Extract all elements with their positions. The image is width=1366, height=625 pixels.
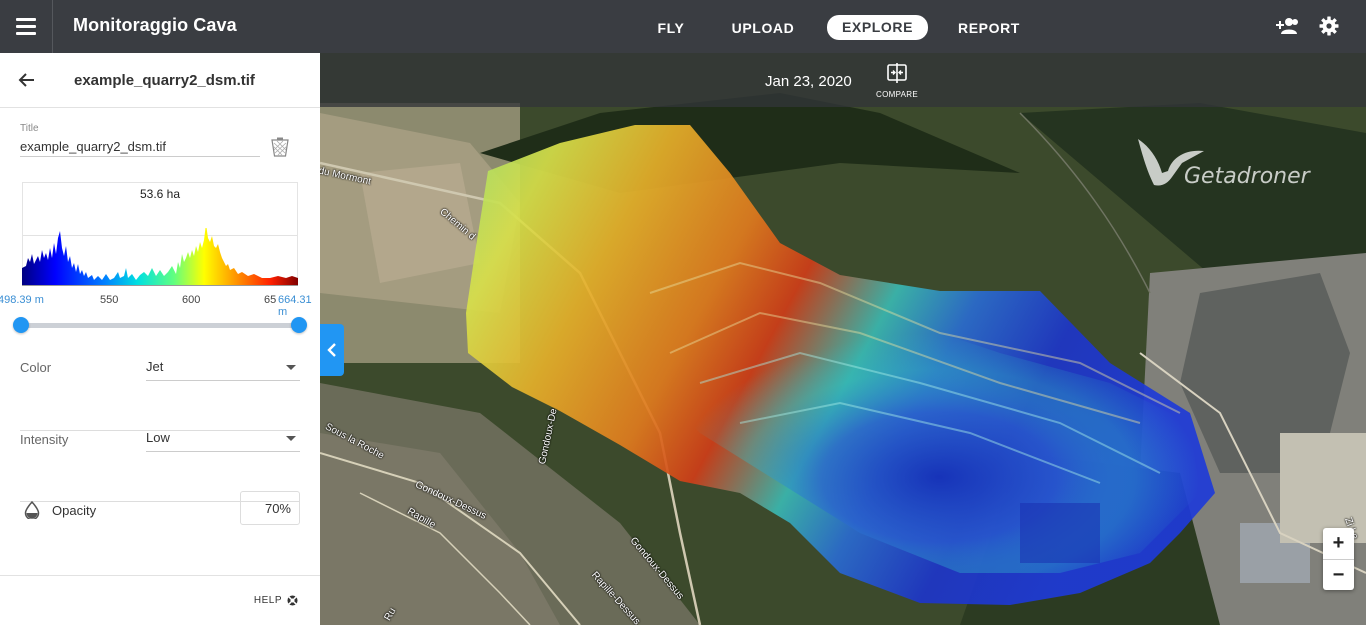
histogram-area-label: 53.6 ha <box>139 187 181 201</box>
layer-sidebar: example_quarry2_dsm.tif Title 53.6 ha <box>0 53 320 625</box>
collapse-sidebar-button[interactable] <box>320 324 344 376</box>
title-label: Title <box>20 123 39 134</box>
compare-icon <box>887 63 907 83</box>
droplet-icon <box>24 501 40 519</box>
histogram-axis <box>22 285 298 286</box>
histogram-bars <box>22 228 298 286</box>
nav-fly[interactable]: FLY <box>650 16 692 40</box>
trash-icon[interactable] <box>271 137 289 162</box>
intensity-select[interactable]: Low <box>146 430 300 452</box>
histogram-max-label: 664.31 m <box>277 294 320 318</box>
caret-down-icon <box>286 436 296 441</box>
intensity-select-value: Low <box>146 430 170 445</box>
color-row: Color Jet <box>20 359 300 431</box>
gear-icon[interactable] <box>1319 16 1339 41</box>
histogram-tick-650: 65 <box>264 294 277 306</box>
compare-label: COMPARE <box>876 90 918 99</box>
nav-upload[interactable]: UPLOAD <box>728 16 798 40</box>
sidebar-header: example_quarry2_dsm.tif <box>0 53 320 108</box>
zoom-in-button[interactable]: + <box>1323 528 1354 559</box>
histogram-tick-600: 600 <box>182 294 201 306</box>
map-view[interactable]: du Mormont Chemin d Gondoux-De Sous la R… <box>320 53 1366 625</box>
range-slider-max-handle[interactable] <box>291 317 307 333</box>
range-slider-min-handle[interactable] <box>13 317 29 333</box>
date-label: Jan 23, 2020 <box>765 73 852 90</box>
zoom-control: + − <box>1323 528 1354 590</box>
watermark-text: Getadroner <box>1184 164 1312 189</box>
sidebar-footer: HELP <box>0 575 320 625</box>
lifebuoy-icon <box>287 595 298 606</box>
color-select-value: Jet <box>146 359 164 374</box>
color-select[interactable]: Jet <box>146 359 300 381</box>
date-toolbar: Jan 23, 2020 COMPARE <box>320 53 1366 107</box>
chevron-left-icon <box>327 343 336 357</box>
layer-filename: example_quarry2_dsm.tif <box>74 72 255 89</box>
opacity-input[interactable]: 70% <box>240 491 300 525</box>
histogram-tick-550: 550 <box>100 294 119 306</box>
top-bar: Monitoraggio Cava FLY UPLOAD EXPLORE REP… <box>0 0 1366 53</box>
color-label: Color <box>20 360 52 375</box>
help-button[interactable]: HELP <box>254 595 298 606</box>
opacity-row: Opacity 70% <box>20 491 300 531</box>
opacity-label: Opacity <box>52 503 97 518</box>
intensity-label: Intensity <box>20 432 69 447</box>
range-slider-track[interactable] <box>21 323 299 328</box>
arrow-left-icon[interactable] <box>17 70 37 95</box>
title-input[interactable] <box>20 137 260 157</box>
zoom-out-button[interactable]: − <box>1323 559 1354 590</box>
add-user-icon[interactable] <box>1275 16 1299 41</box>
nav-explore[interactable]: EXPLORE <box>827 15 928 40</box>
compare-button[interactable]: COMPARE <box>872 63 922 99</box>
main-nav: FLY UPLOAD EXPLORE REPORT <box>0 0 1366 53</box>
caret-down-icon <box>286 365 296 370</box>
histogram-min-label: 498.39 m <box>0 294 44 306</box>
nav-report[interactable]: REPORT <box>955 16 1023 40</box>
help-label: HELP <box>253 595 282 606</box>
getadroner-watermark: Getadroner <box>1132 133 1342 198</box>
